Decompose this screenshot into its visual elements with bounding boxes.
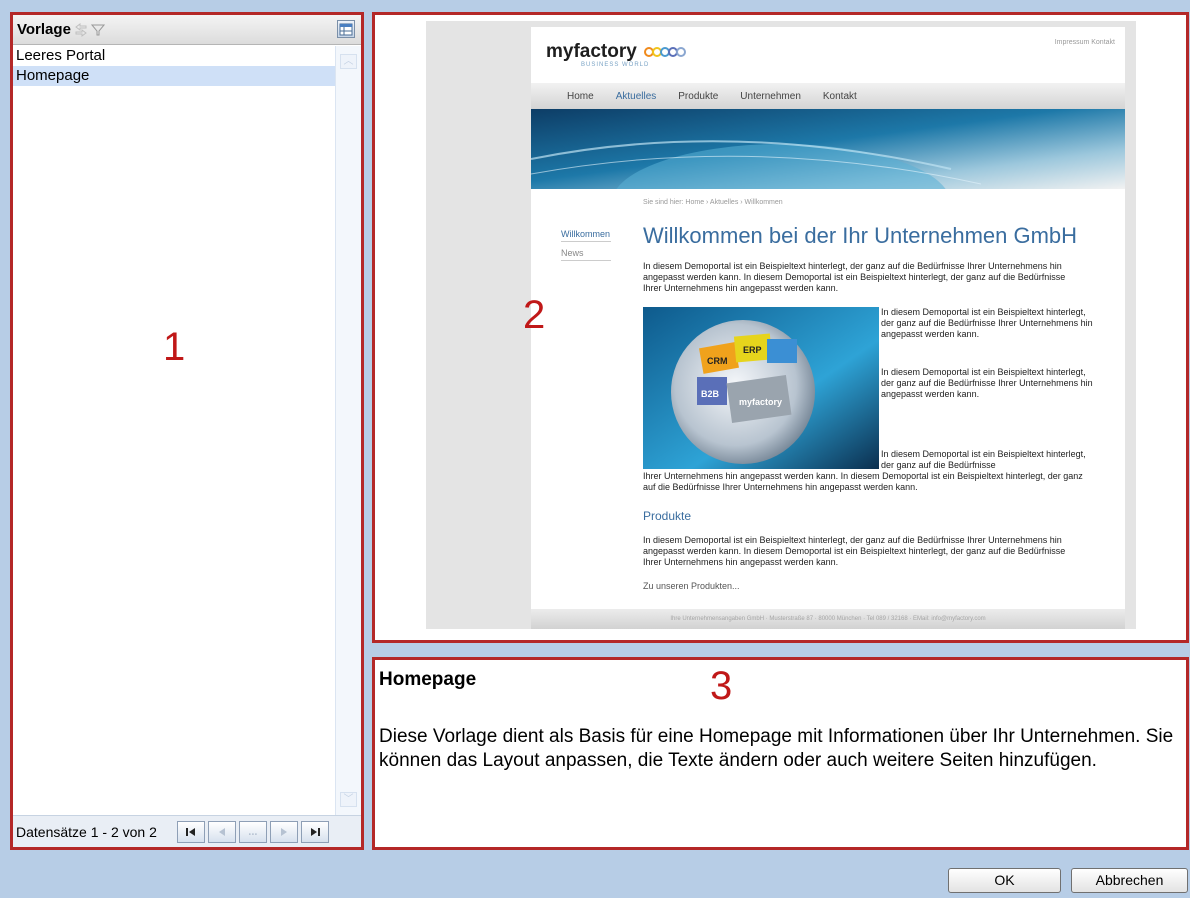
list-header-title: Vorlage [17, 21, 71, 38]
next-page-button[interactable] [269, 820, 298, 843]
record-count: Datensätze 1 - 2 von 2 [16, 823, 157, 840]
page-ellipsis-button[interactable]: ... [238, 820, 267, 843]
annotation-number-1: 1 [163, 325, 186, 369]
template-list: Leeres Portal Homepage [13, 46, 335, 815]
previous-page-button[interactable] [207, 820, 236, 843]
image-label-crm: CRM [707, 356, 728, 366]
site-banner-image [531, 109, 1125, 189]
site-nav-home: Home [567, 90, 594, 102]
annotation-number-3: 3 [710, 664, 733, 708]
site-logo: myfactory [546, 41, 687, 63]
site-subheading: Produkte [643, 509, 692, 523]
vertical-scrollbar[interactable]: ︿ ﹀ [335, 46, 361, 815]
site-nav-unternehmen: Unternehmen [740, 90, 801, 102]
description-title: Homepage [379, 669, 477, 690]
template-list-panel: Vorlage Leeres Portal Homepage ︿ ﹀ 1 Dat… [10, 12, 364, 850]
site-puzzle-globe-image: CRM ERP B2B myfactory [643, 307, 879, 469]
site-heading: Willkommen bei der Ihr Unternehmen GmbH [643, 223, 1078, 248]
site-breadcrumb: Sie sind hier: Home › Aktuelles › Willko… [643, 199, 783, 206]
site-side-nav-news: News [561, 246, 611, 261]
site-nav-produkte: Produkte [678, 90, 719, 102]
image-label-erp: ERP [743, 345, 762, 355]
annotation-number-2: 2 [523, 293, 546, 337]
first-page-button[interactable] [176, 820, 205, 843]
site-more-link: Zu unseren Produkten... [643, 581, 740, 591]
site-footer: Ihre Unternehmensangaben GmbH · Musterst… [531, 609, 1125, 629]
next-page-icon [280, 827, 287, 836]
site-paragraph-2: In diesem Demoportal ist ein Beispieltex… [881, 307, 1093, 339]
ok-button[interactable]: OK [948, 868, 1061, 893]
list-item-leeres-portal[interactable]: Leeres Portal [13, 46, 335, 66]
site-paragraph-1: In diesem Demoportal ist ein Beispieltex… [643, 261, 1066, 293]
export-button[interactable] [337, 20, 355, 38]
image-label-b2b: B2B [701, 389, 720, 399]
preview-website: myfactory BUSINESS WORLD Impressum Konta… [531, 27, 1125, 629]
site-top-links: Impressum Kontakt [1054, 39, 1115, 46]
site-nav: Home Aktuelles Produkte Unternehmen Kont… [531, 83, 1125, 109]
site-side-nav: Willkommen News [561, 227, 611, 265]
logo-rings-icon [644, 41, 687, 63]
site-paragraph-4: In diesem Demoportal ist ein Beispieltex… [881, 449, 1086, 470]
list-item-homepage[interactable]: Homepage [13, 66, 335, 86]
last-page-icon [310, 827, 320, 836]
site-side-nav-willkommen: Willkommen [561, 227, 611, 242]
site-paragraph-5: Ihrer Unternehmens hin angepasst werden … [643, 471, 1083, 492]
sort-icon[interactable] [74, 22, 88, 37]
last-page-button[interactable] [300, 820, 329, 843]
list-header: Vorlage [13, 15, 361, 45]
description-text: Diese Vorlage dient als Basis für eine H… [379, 726, 1174, 771]
previous-page-icon [218, 827, 225, 836]
filter-icon[interactable] [90, 23, 105, 37]
template-description-panel: Homepage 3 Diese Vorlage dient als Basis… [372, 657, 1189, 850]
first-page-icon [185, 827, 195, 836]
template-preview-panel: myfactory BUSINESS WORLD Impressum Konta… [372, 12, 1189, 643]
logo-subtitle: BUSINESS WORLD [581, 62, 650, 68]
image-label-brand: myfactory [739, 397, 782, 407]
site-paragraph-3: In diesem Demoportal ist ein Beispieltex… [881, 367, 1093, 399]
site-paragraph-6: In diesem Demoportal ist ein Beispieltex… [643, 535, 1066, 567]
scroll-up-button[interactable]: ︿ [340, 54, 357, 69]
cancel-button[interactable]: Abbrechen [1071, 868, 1188, 893]
scroll-down-button[interactable]: ﹀ [340, 792, 357, 807]
list-footer: Datensätze 1 - 2 von 2 ... [13, 815, 361, 847]
logo-brand: myfactory [546, 41, 637, 63]
export-icon [339, 23, 353, 36]
site-nav-kontakt: Kontakt [822, 90, 857, 102]
site-nav-aktuelles: Aktuelles [615, 90, 657, 102]
